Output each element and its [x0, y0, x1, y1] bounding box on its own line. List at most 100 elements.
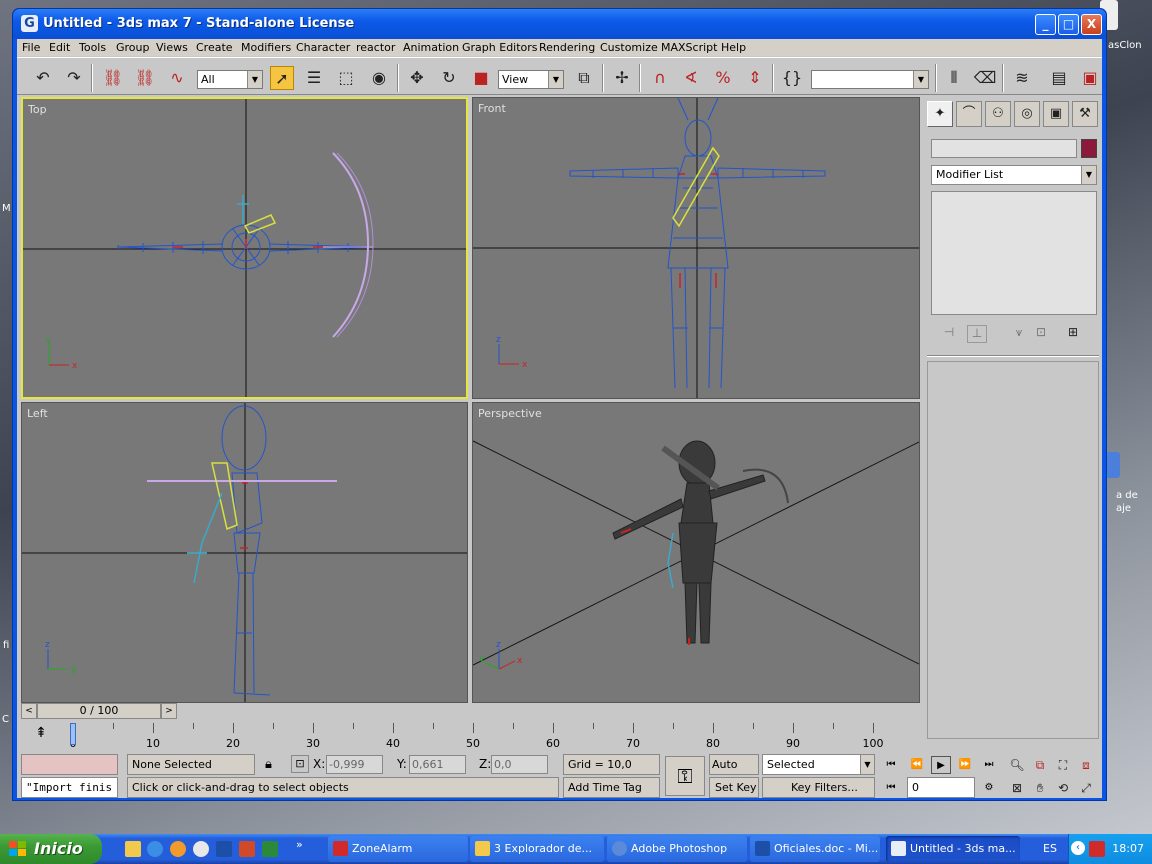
taskbar-word-document[interactable]: Oficiales.doc - Mi... [750, 836, 880, 862]
current-frame-field[interactable]: 0 [907, 777, 975, 798]
window-crossing-icon[interactable]: ◉ [367, 66, 391, 90]
chevron-down-icon[interactable]: ▼ [548, 71, 563, 88]
key-mode-dropdown[interactable]: Selected ▼ [762, 754, 875, 775]
mirror-icon[interactable]: ⫴ [942, 66, 966, 90]
make-unique-icon[interactable]: ⩛ [1009, 325, 1029, 343]
field-of-view-icon[interactable]: ⊠ [1007, 779, 1027, 797]
unlink-icon[interactable]: ⛓ [133, 66, 157, 90]
modifier-stack[interactable] [931, 191, 1097, 315]
utilities-tab-icon[interactable]: ⚒ [1072, 101, 1098, 127]
curve-editor-icon[interactable]: ▤ [1047, 66, 1071, 90]
set-key-icon[interactable]: ⚿ [665, 756, 705, 796]
chevron-down-icon[interactable]: ▼ [1081, 166, 1096, 184]
taskbar-3dsmax[interactable]: Untitled - 3ds ma... [886, 836, 1020, 862]
select-manipulate-icon[interactable]: ✢ [610, 66, 634, 90]
time-configuration-icon[interactable]: ⚙ [979, 779, 999, 797]
viewport-front[interactable]: x z Front [472, 97, 920, 399]
percent-snap-icon[interactable]: % [711, 66, 735, 90]
viewport-label-top[interactable]: Top [28, 103, 47, 116]
taskbar-photoshop[interactable]: Adobe Photoshop [607, 836, 747, 862]
show-end-result-icon[interactable]: ⊥ [967, 325, 987, 343]
viewport-perspective[interactable]: x y z Perspective [472, 402, 920, 703]
angle-snap-icon[interactable]: ∢ [679, 66, 703, 90]
modifier-list-dropdown[interactable]: Modifier List ▼ [931, 165, 1097, 185]
viewport-left[interactable]: y z Left [21, 402, 468, 703]
create-tab-icon[interactable]: ✦ [927, 101, 953, 127]
absolute-mode-icon[interactable]: ⊡ [291, 755, 309, 773]
powerpoint-icon[interactable] [239, 841, 255, 857]
align-icon[interactable]: ⌫ [973, 66, 997, 90]
desktop-icon[interactable] [1106, 452, 1120, 478]
maxscript-mini-listener[interactable]: "Import finis [21, 777, 118, 798]
current-frame-marker[interactable] [70, 723, 76, 745]
language-indicator[interactable]: ES [1043, 842, 1057, 855]
curve-editor-mini-icon[interactable]: ⇞ [31, 725, 51, 741]
z-coordinate-field[interactable]: 0,0 [491, 755, 548, 774]
menu-views[interactable]: Views [156, 41, 188, 54]
scale-icon[interactable]: ■ [469, 66, 493, 90]
zoom-icon[interactable]: 🔍︎ [1007, 756, 1027, 774]
go-to-end-icon[interactable]: ⏭ [979, 756, 999, 774]
schematic-view-icon[interactable]: ▣ [1078, 66, 1102, 90]
select-by-name-icon[interactable]: ☰ [302, 66, 326, 90]
menu-tools[interactable]: Tools [79, 41, 106, 54]
snap-toggle-icon[interactable]: ∩ [648, 66, 672, 90]
rectangle-selection-icon[interactable]: ⬚ [334, 66, 358, 90]
folder-icon[interactable] [125, 841, 141, 857]
play-icon[interactable]: ▶ [931, 756, 951, 774]
bind-space-warp-icon[interactable]: ∿ [165, 66, 189, 90]
selection-filter-dropdown[interactable]: All ▼ [197, 70, 263, 89]
menu-modifiers[interactable]: Modifiers [241, 41, 291, 54]
edit-named-selection-icon[interactable]: {} [780, 66, 804, 90]
viewport-label-left[interactable]: Left [27, 407, 48, 420]
time-slider[interactable]: < 0 / 100 > [21, 703, 921, 720]
redo-icon[interactable]: ↷ [62, 66, 86, 90]
lock-icon[interactable]: 🔒︎ [265, 757, 272, 772]
next-frame-icon[interactable]: ⏩ [955, 756, 975, 774]
excel-icon[interactable] [262, 841, 278, 857]
chevron-down-icon[interactable]: ▼ [860, 755, 874, 774]
menu-graph-editors[interactable]: Graph Editors [462, 41, 538, 54]
display-tab-icon[interactable]: ▣ [1043, 101, 1069, 127]
named-selection-dropdown[interactable]: ▼ [811, 70, 929, 89]
modify-tab-icon[interactable]: ⌒ [956, 101, 982, 127]
add-time-tag-button[interactable]: Add Time Tag [563, 777, 660, 798]
reference-coordinate-dropdown[interactable]: View ▼ [498, 70, 564, 89]
menu-maxscript[interactable]: MAXScript [661, 41, 717, 54]
pivot-point-center-icon[interactable]: ⧉ [572, 66, 596, 90]
winamp-icon[interactable] [193, 841, 209, 857]
zoom-extents-all-icon[interactable]: ⧈ [1076, 756, 1096, 774]
tray-expand-icon[interactable]: ‹ [1071, 841, 1085, 855]
arc-rotate-icon[interactable]: ⟲ [1053, 779, 1073, 797]
word-icon[interactable] [216, 841, 232, 857]
auto-key-button[interactable]: Auto Key [709, 754, 759, 790]
maxscript-mini-listener-top[interactable] [21, 754, 118, 775]
app-icon[interactable]: G [21, 15, 38, 32]
configure-modifier-sets-icon[interactable]: ⊞ [1063, 325, 1083, 343]
y-coordinate-field[interactable]: 0,661 [409, 755, 466, 774]
move-icon[interactable]: ✥ [405, 66, 429, 90]
menu-rendering[interactable]: Rendering [539, 41, 595, 54]
maximize-button[interactable]: □ [1058, 14, 1079, 35]
zoom-all-icon[interactable]: ⧉ [1030, 756, 1050, 774]
menu-reactor[interactable]: reactor [356, 41, 395, 54]
menu-character[interactable]: Character [296, 41, 350, 54]
key-mode-toggle-icon[interactable]: ⏮ [881, 779, 901, 797]
close-button[interactable]: X [1081, 14, 1102, 35]
key-filters-button[interactable]: Key Filters... [762, 777, 875, 798]
hierarchy-tab-icon[interactable]: ⚇ [985, 101, 1011, 127]
menu-file[interactable]: File [22, 41, 40, 54]
taskbar-explorer[interactable]: 3 Explorador de... [470, 836, 604, 862]
time-slider-next-button[interactable]: > [161, 703, 177, 719]
layer-manager-icon[interactable]: ≋ [1010, 66, 1034, 90]
time-slider-prev-button[interactable]: < [21, 703, 37, 719]
select-object-icon[interactable]: ➚ [270, 66, 294, 90]
zoom-extents-icon[interactable]: ⛶ [1053, 756, 1073, 774]
set-key-button[interactable]: Set Key [709, 777, 759, 798]
menu-help[interactable]: Help [721, 41, 746, 54]
previous-frame-icon[interactable]: ⏪ [907, 756, 927, 774]
select-and-link-icon[interactable]: ⛓ [101, 66, 125, 90]
pin-stack-icon[interactable]: ⊣ [939, 325, 959, 343]
menu-group[interactable]: Group [116, 41, 150, 54]
quick-launch-overflow-icon[interactable]: » [296, 838, 303, 851]
